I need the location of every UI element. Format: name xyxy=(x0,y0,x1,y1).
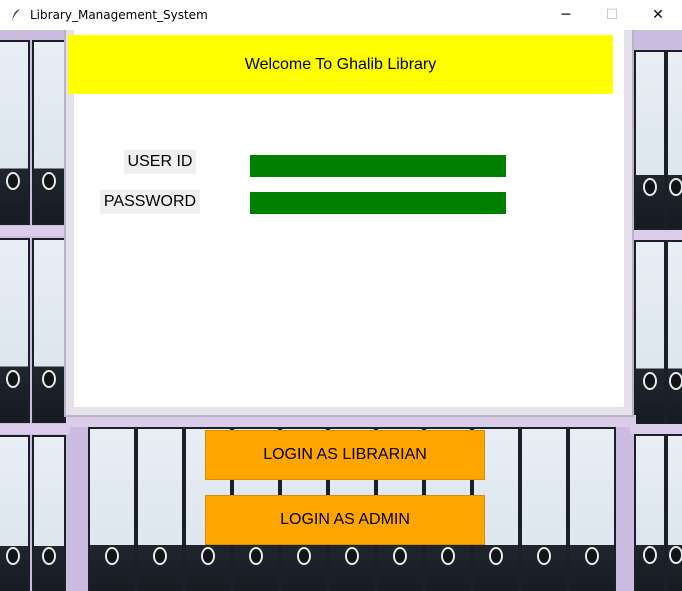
close-button[interactable]: ✕ xyxy=(635,0,681,30)
login-librarian-button[interactable]: LOGIN AS LIBRARIAN xyxy=(205,430,485,480)
user-id-label: USER ID xyxy=(124,150,196,174)
welcome-banner: Welcome To Ghalib Library xyxy=(68,35,613,94)
window-titlebar: Library_Management_System ─ ☐ ✕ xyxy=(0,0,682,30)
feather-icon xyxy=(8,7,24,23)
minimize-button[interactable]: ─ xyxy=(543,0,589,30)
password-input[interactable] xyxy=(250,192,506,214)
password-label: PASSWORD xyxy=(100,190,200,214)
user-id-input[interactable] xyxy=(250,155,506,177)
login-admin-button[interactable]: LOGIN AS ADMIN xyxy=(205,495,485,545)
window-title: Library_Management_System xyxy=(30,8,208,22)
maximize-button[interactable]: ☐ xyxy=(589,0,635,30)
background-canvas: Welcome To Ghalib Library USER ID PASSWO… xyxy=(0,30,682,591)
